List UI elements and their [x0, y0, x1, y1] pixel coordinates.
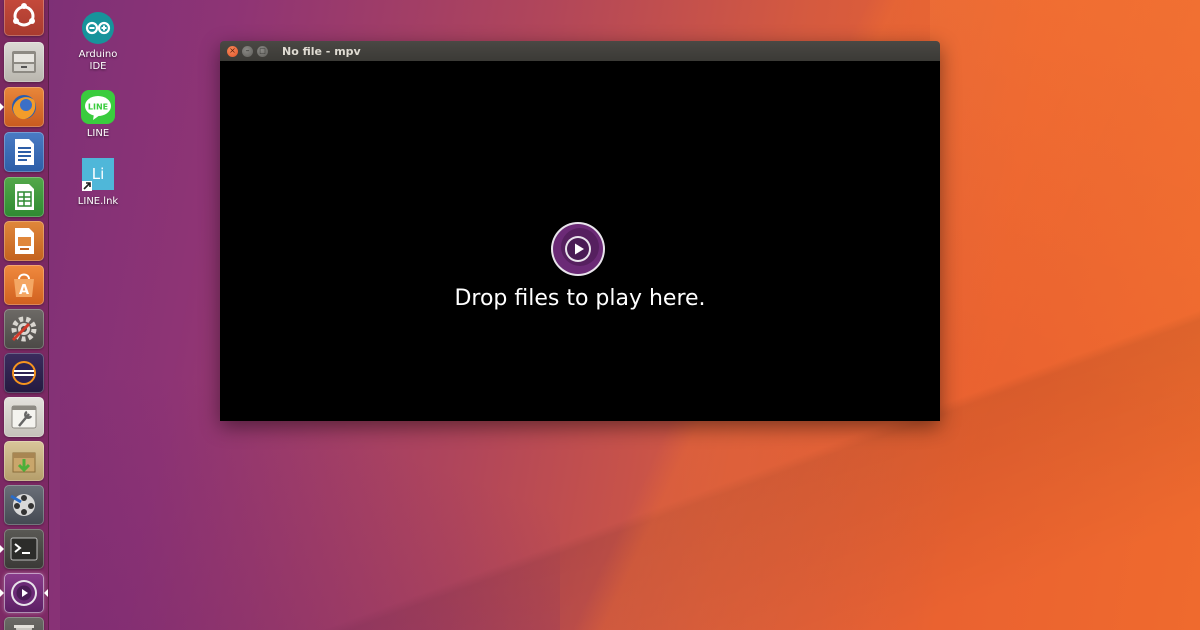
video-area[interactable]: Drop files to play here. [220, 61, 940, 421]
minimize-icon: – [245, 46, 250, 55]
launcher-active-indicator [44, 589, 48, 597]
archive-install-icon [12, 452, 36, 473]
video-tools-icon [10, 494, 35, 516]
mpv-logo-icon [550, 221, 606, 277]
launcher-running-indicator [0, 103, 4, 111]
system-tools-icon [11, 405, 37, 429]
window-close-button[interactable]: × [227, 45, 238, 57]
lnk-badge-text: Li [92, 165, 105, 183]
desktop-icon-line-lnk[interactable]: Li LINE.lnk [63, 157, 133, 208]
terminal-icon [10, 537, 38, 561]
firefox-icon [12, 95, 36, 120]
launcher-item-terminal[interactable] [4, 529, 44, 569]
libreoffice-impress-icon [15, 228, 34, 254]
desktop-icon-label-line: LINE.lnk [77, 196, 119, 207]
launcher-item-mpv[interactable] [4, 573, 44, 613]
launcher-item-eclipse[interactable] [4, 353, 44, 393]
ubuntu-dash-icon [13, 3, 35, 27]
launcher-item-firefox[interactable] [4, 87, 44, 127]
trash-icon [14, 625, 34, 630]
line-badge-text: LINE [88, 103, 108, 112]
launcher-item-writer[interactable] [4, 132, 44, 172]
launcher-item-impress[interactable] [4, 221, 44, 261]
window-minimize-button[interactable]: – [242, 45, 253, 57]
launcher-item-archive[interactable] [4, 441, 44, 481]
launcher-item-trash[interactable] [4, 617, 44, 630]
launcher-running-indicator [0, 545, 4, 553]
desktop-icon-arduino[interactable]: Arduino IDE [63, 10, 133, 73]
desktop-icon-label: Arduino IDE [79, 49, 118, 73]
launcher: A [0, 0, 49, 630]
wallpaper-facet [930, 0, 1200, 630]
window-titlebar[interactable]: × – □ No file - mpv [220, 41, 940, 61]
maximize-icon: □ [259, 47, 266, 55]
system-settings-icon [11, 316, 37, 342]
libreoffice-writer-icon [15, 139, 34, 165]
launcher-running-indicator [0, 589, 4, 597]
libreoffice-calc-icon [15, 184, 34, 210]
drop-files-message: Drop files to play here. [454, 286, 706, 311]
close-icon: × [229, 46, 236, 55]
launcher-item-calc[interactable] [4, 177, 44, 217]
desktop-icon-label-line: IDE [89, 61, 107, 72]
libreoffice-link-icon: Li [80, 157, 116, 193]
window-maximize-button[interactable]: □ [257, 45, 268, 57]
window-title: No file - mpv [282, 44, 361, 58]
desktop-icon-label-line: LINE [86, 128, 110, 139]
arduino-icon [80, 10, 116, 46]
mpv-icon [11, 580, 37, 606]
launcher-item-video-tools[interactable] [4, 485, 44, 525]
software-center-icon: A [14, 273, 34, 298]
svg-text:A: A [19, 283, 29, 298]
desktop: A Arduino IDE LINE LINE Li LINE.lnk × – … [0, 0, 1200, 630]
launcher-item-files[interactable] [4, 42, 44, 82]
desktop-icon-label: LINE [87, 128, 109, 140]
launcher-item-dash[interactable] [4, 0, 44, 36]
desktop-icon-line[interactable]: LINE LINE [63, 89, 133, 140]
eclipse-icon [12, 361, 36, 385]
launcher-item-settings[interactable] [4, 309, 44, 349]
mpv-window: × – □ No file - mpv Drop files to play h… [220, 41, 940, 421]
launcher-item-software-center[interactable]: A [4, 265, 44, 305]
desktop-icon-label-line: Arduino [78, 49, 118, 60]
line-icon: LINE [80, 89, 116, 125]
launcher-item-system-tools[interactable] [4, 397, 44, 437]
desktop-icon-label: LINE.lnk [78, 196, 118, 208]
files-icon [12, 51, 36, 73]
